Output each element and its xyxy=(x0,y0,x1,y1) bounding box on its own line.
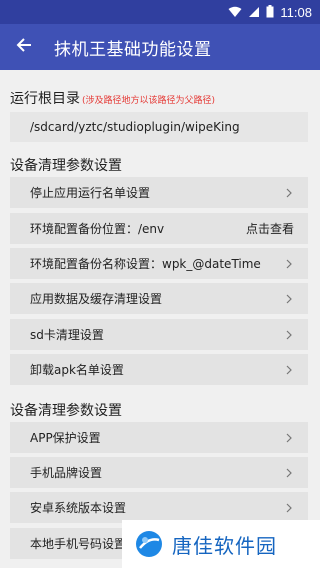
section2-title: 设备清理参数设置 xyxy=(10,403,122,419)
row-label: 停止应用运行名单设置 xyxy=(30,186,151,200)
row-label: 应用数据及缓存清理设置 xyxy=(30,292,163,306)
row-label: sd卡清理设置 xyxy=(30,328,104,342)
row-label: 卸载apk名单设置 xyxy=(30,363,124,377)
back-button[interactable] xyxy=(0,24,48,70)
run-root-path[interactable]: /sdcard/yztc/studioplugin/wipeKing xyxy=(10,112,308,142)
watermark-logo-icon xyxy=(134,529,164,559)
chevron-right-icon xyxy=(284,467,294,479)
row-app-data-cache[interactable]: 应用数据及缓存清理设置 xyxy=(10,283,308,314)
row-env-backup-name[interactable]: 环境配置备份名称设置：wpk_@dateTime xyxy=(10,248,308,279)
settings-content[interactable]: 运行根目录 (涉及路径地方以该路径为父路径) /sdcard/yztc/studi… xyxy=(0,70,320,568)
status-time: 11:08 xyxy=(280,4,312,20)
row-env-backup-location[interactable]: 环境配置备份位置：/env 点击查看 xyxy=(10,213,308,244)
chevron-right-icon xyxy=(284,187,294,199)
row-label: 环境配置备份名称设置：wpk_@dateTime xyxy=(30,257,261,271)
status-bar: 11:08 xyxy=(0,0,320,24)
row-sd-card-clean[interactable]: sd卡清理设置 xyxy=(10,319,308,350)
wifi-icon xyxy=(228,3,242,22)
chevron-right-icon xyxy=(284,364,294,376)
arrow-back-icon xyxy=(16,37,32,57)
signal-icon xyxy=(248,3,260,22)
row-android-version[interactable]: 安卓系统版本设置 xyxy=(10,492,308,523)
battery-icon xyxy=(266,3,274,22)
row-label: 环境配置备份位置：/env xyxy=(30,222,165,236)
row-label: 安卓系统版本设置 xyxy=(30,501,127,515)
row-uninstall-apk[interactable]: 卸载apk名单设置 xyxy=(10,354,308,385)
row-stop-apps[interactable]: 停止应用运行名单设置 xyxy=(10,177,308,208)
row-app-protect[interactable]: APP保护设置 xyxy=(10,422,308,453)
row-label: APP保护设置 xyxy=(30,431,101,445)
chevron-right-icon xyxy=(284,293,294,305)
view-link[interactable]: 点击查看 xyxy=(246,220,294,237)
run-root-path-text: /sdcard/yztc/studioplugin/wipeKing xyxy=(30,120,240,134)
chevron-right-icon xyxy=(284,502,294,514)
status-icons: 11:08 xyxy=(228,0,312,24)
chevron-right-icon xyxy=(284,432,294,444)
page-title: 抹机王基础功能设置 xyxy=(54,39,212,60)
chevron-right-icon xyxy=(284,329,294,341)
watermark-text: 唐佳软件园 xyxy=(172,533,277,558)
app-bar: 抹机王基础功能设置 xyxy=(0,24,320,70)
row-label: 手机品牌设置 xyxy=(30,466,103,480)
watermark-overlay: 唐佳软件园 xyxy=(122,520,320,568)
section1-title: 设备清理参数设置 xyxy=(10,158,122,174)
row-phone-brand[interactable]: 手机品牌设置 xyxy=(10,457,308,488)
run-root-title-text: 运行根目录 xyxy=(10,91,80,107)
run-root-note: (涉及路径地方以该路径为父路径) xyxy=(82,96,216,106)
chevron-right-icon xyxy=(284,258,294,270)
run-root-title: 运行根目录 (涉及路径地方以该路径为父路径) xyxy=(10,88,215,108)
